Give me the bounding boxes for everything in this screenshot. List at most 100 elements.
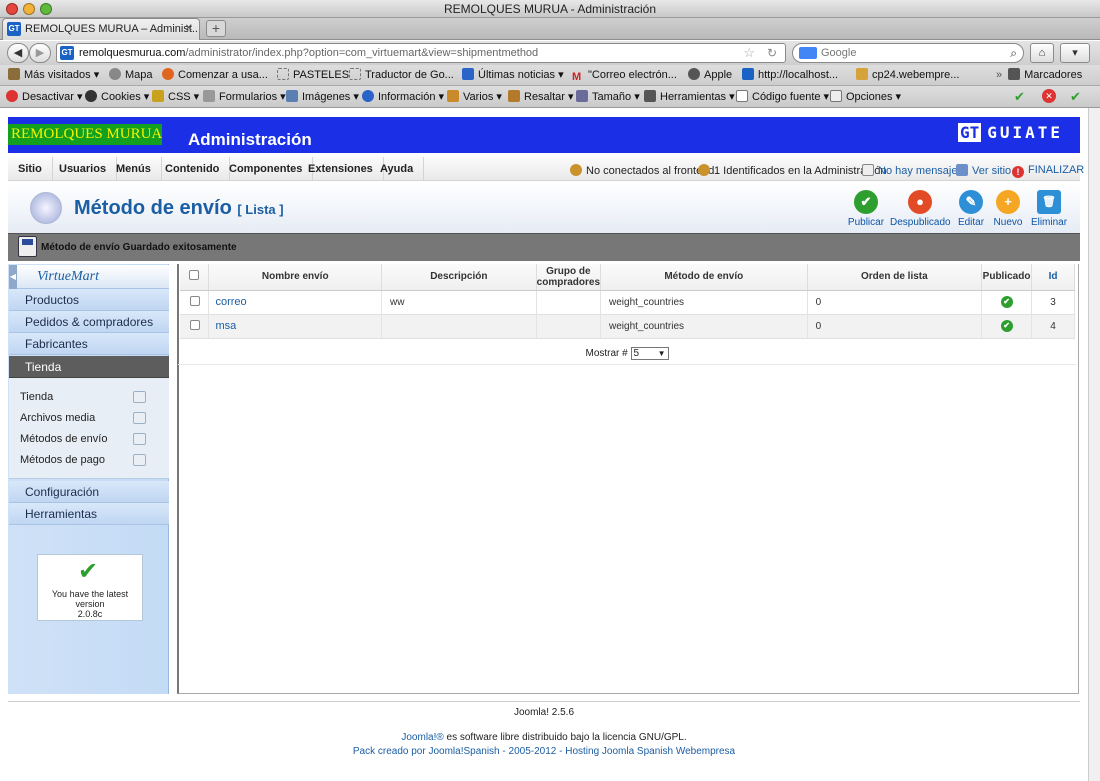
media-icon (133, 412, 146, 424)
collapse-sidebar-icon[interactable]: ◀ (9, 265, 17, 289)
page-size-select[interactable]: 5 ▼ (630, 346, 669, 360)
select-all-checkbox[interactable] (189, 270, 200, 281)
reload-icon[interactable]: ↻ (767, 44, 777, 62)
admin-header (8, 117, 1080, 153)
minimize-window-button[interactable] (23, 3, 35, 15)
shipment-name-link[interactable]: correo (208, 290, 382, 315)
sidebar-item-payment[interactable]: Métodos de pago (20, 454, 105, 466)
column-header[interactable]: Publicado (981, 264, 1033, 291)
messages-link[interactable]: No hay mensajes (862, 164, 963, 177)
bookmark-star-icon[interactable]: ☆ (743, 44, 755, 62)
new-tab-button[interactable]: + (206, 20, 226, 37)
error-icon[interactable]: ✕ (1042, 89, 1056, 103)
row-checkbox[interactable] (190, 295, 200, 306)
devbar-item[interactable]: Opciones ▾ (830, 90, 901, 104)
back-button[interactable]: ◀ (7, 43, 29, 63)
delete-button[interactable]: 🗑 Eliminar (1026, 190, 1072, 228)
sidebar-section-tienda[interactable]: Tienda (9, 356, 169, 378)
column-header[interactable]: Método de envío (600, 264, 808, 291)
sidebar-section-pedidos[interactable]: Pedidos & compradores (9, 311, 169, 333)
column-header[interactable]: Orden de lista (807, 264, 983, 291)
frontend-status: No conectados al frontend (570, 164, 714, 177)
url-host: remolquesmurua.com (79, 47, 186, 59)
home-button[interactable]: ⌂ (1030, 43, 1054, 63)
devbar-item[interactable]: Imágenes ▾ (286, 90, 359, 104)
url-bar[interactable]: GT remolquesmurua.com/administrator/inde… (56, 43, 786, 63)
admin-status: 1 Identificados en la Administración (698, 164, 886, 177)
url-path: /administrator/index.php?option=com_virt… (185, 47, 539, 59)
new-icon: + (996, 190, 1020, 214)
devbar-item[interactable]: Cookies ▾ (85, 90, 149, 104)
new-button[interactable]: + Nuevo (985, 190, 1031, 228)
bookmark-item[interactable]: Últimas noticias ▾ (462, 68, 564, 82)
view-site-link[interactable]: Ver sitio (956, 164, 1011, 177)
menu-item-menus[interactable]: Menús (106, 157, 162, 181)
column-header[interactable]: Descripción (381, 264, 537, 291)
group-cell (536, 290, 602, 315)
monitor-icon (956, 164, 968, 176)
bookmark-menu[interactable]: » Marcadores (996, 68, 1082, 82)
bookmark-item[interactable]: Apple (688, 68, 732, 82)
logout-link[interactable]: ! FINALIZAR (1012, 164, 1084, 178)
row-checkbox[interactable] (190, 319, 200, 330)
column-header[interactable]: Grupo de compradores (536, 264, 602, 291)
site-logo: REMOLQUES MURUA (8, 124, 162, 145)
unpublish-button[interactable]: ● Despublicado (890, 190, 951, 228)
bookmark-item[interactable]: cp24.webempre... (856, 68, 959, 82)
devbar-item[interactable]: Resaltar ▾ (508, 90, 574, 104)
published-check-icon[interactable]: ✔ (1000, 296, 1013, 308)
extensions-button[interactable]: ▾ (1060, 43, 1090, 63)
publish-button[interactable]: ✔ Publicar (843, 190, 889, 228)
forward-button[interactable]: ▶ (29, 43, 51, 63)
bookmark-item[interactable]: Más visitados ▾ (8, 68, 99, 82)
bookmark-item[interactable]: PASTELES (277, 68, 349, 82)
search-icon[interactable]: ⌕ (1010, 44, 1017, 62)
browser-tab[interactable]: GT REMOLQUES MURUA – Administ... ✕ (2, 18, 200, 40)
version-notice: ✔ You have the latest version 2.0.8c (37, 554, 143, 621)
table-header-row: Nombre envío Descripción Grupo de compra… (180, 264, 1075, 291)
joomla-link[interactable]: Joomla!® (401, 732, 443, 743)
devbar-item[interactable]: Formularios ▾ (203, 90, 286, 104)
tab-label: REMOLQUES MURUA – Administ... (25, 23, 200, 35)
sidebar-section-productos[interactable]: Productos (9, 289, 169, 311)
close-window-button[interactable] (6, 3, 18, 15)
menu-item-ayuda[interactable]: Ayuda (370, 157, 425, 181)
sidebar-section-fabricantes[interactable]: Fabricantes (9, 333, 169, 355)
devbar-item[interactable]: Información ▾ (362, 90, 444, 104)
sidebar-section-configuracion[interactable]: Configuración (9, 481, 169, 503)
sidebar-item-tienda[interactable]: Tienda (20, 391, 53, 403)
search-placeholder: Google (821, 47, 857, 59)
search-field[interactable]: Google ⌕ (792, 43, 1024, 63)
close-tab-icon[interactable]: ✕ (185, 19, 193, 39)
select-all-cell (180, 264, 210, 291)
published-check-icon[interactable]: ✔ (1000, 320, 1013, 332)
virtuemart-brand: VirtueMart (37, 269, 99, 284)
menu-item-sitio[interactable]: Sitio (8, 157, 53, 181)
bookmark-item[interactable]: http://localhost... (742, 68, 838, 82)
google-icon (799, 47, 817, 59)
validation-ok-icon[interactable]: ✔ (1014, 90, 1025, 104)
bookmark-item[interactable]: Comenzar a usa... (162, 68, 268, 82)
sidebar-item-media[interactable]: Archivos media (20, 412, 95, 424)
column-header[interactable]: Nombre envío (208, 264, 382, 291)
bookmark-item[interactable]: Traductor de Go... (349, 68, 454, 82)
sidebar-section-herramientas[interactable]: Herramientas (9, 503, 169, 525)
devbar-item[interactable]: Desactivar ▾ (6, 90, 83, 104)
devbar-item[interactable]: CSS ▾ (152, 90, 199, 104)
devbar-item[interactable]: Tamaño ▾ (576, 90, 640, 104)
devbar-item[interactable]: Código fuente ▾ (736, 90, 829, 104)
chevron-down-icon: ▼ (657, 348, 666, 358)
devbar-item[interactable]: Herramientas ▾ (644, 90, 735, 104)
row-select-cell (180, 290, 210, 315)
sidebar-item-shipment[interactable]: Métodos de envío (20, 433, 107, 445)
column-header[interactable]: Id (1031, 264, 1075, 291)
bookmark-item[interactable]: M "Correo electrón... (572, 68, 677, 83)
bookmark-item[interactable]: Mapa (109, 68, 153, 82)
shipment-name-link[interactable]: msa (208, 314, 382, 339)
vertical-scrollbar[interactable] (1088, 108, 1100, 781)
css-valid-icon[interactable]: ✔ (1070, 90, 1081, 104)
credits-link[interactable]: Pack creado por Joomla!Spanish - 2005-20… (0, 746, 1088, 757)
zoom-window-button[interactable] (40, 3, 52, 15)
devbar-item[interactable]: Varios ▾ (447, 90, 502, 104)
license-line: Joomla!® es software libre distribuido b… (401, 732, 687, 743)
